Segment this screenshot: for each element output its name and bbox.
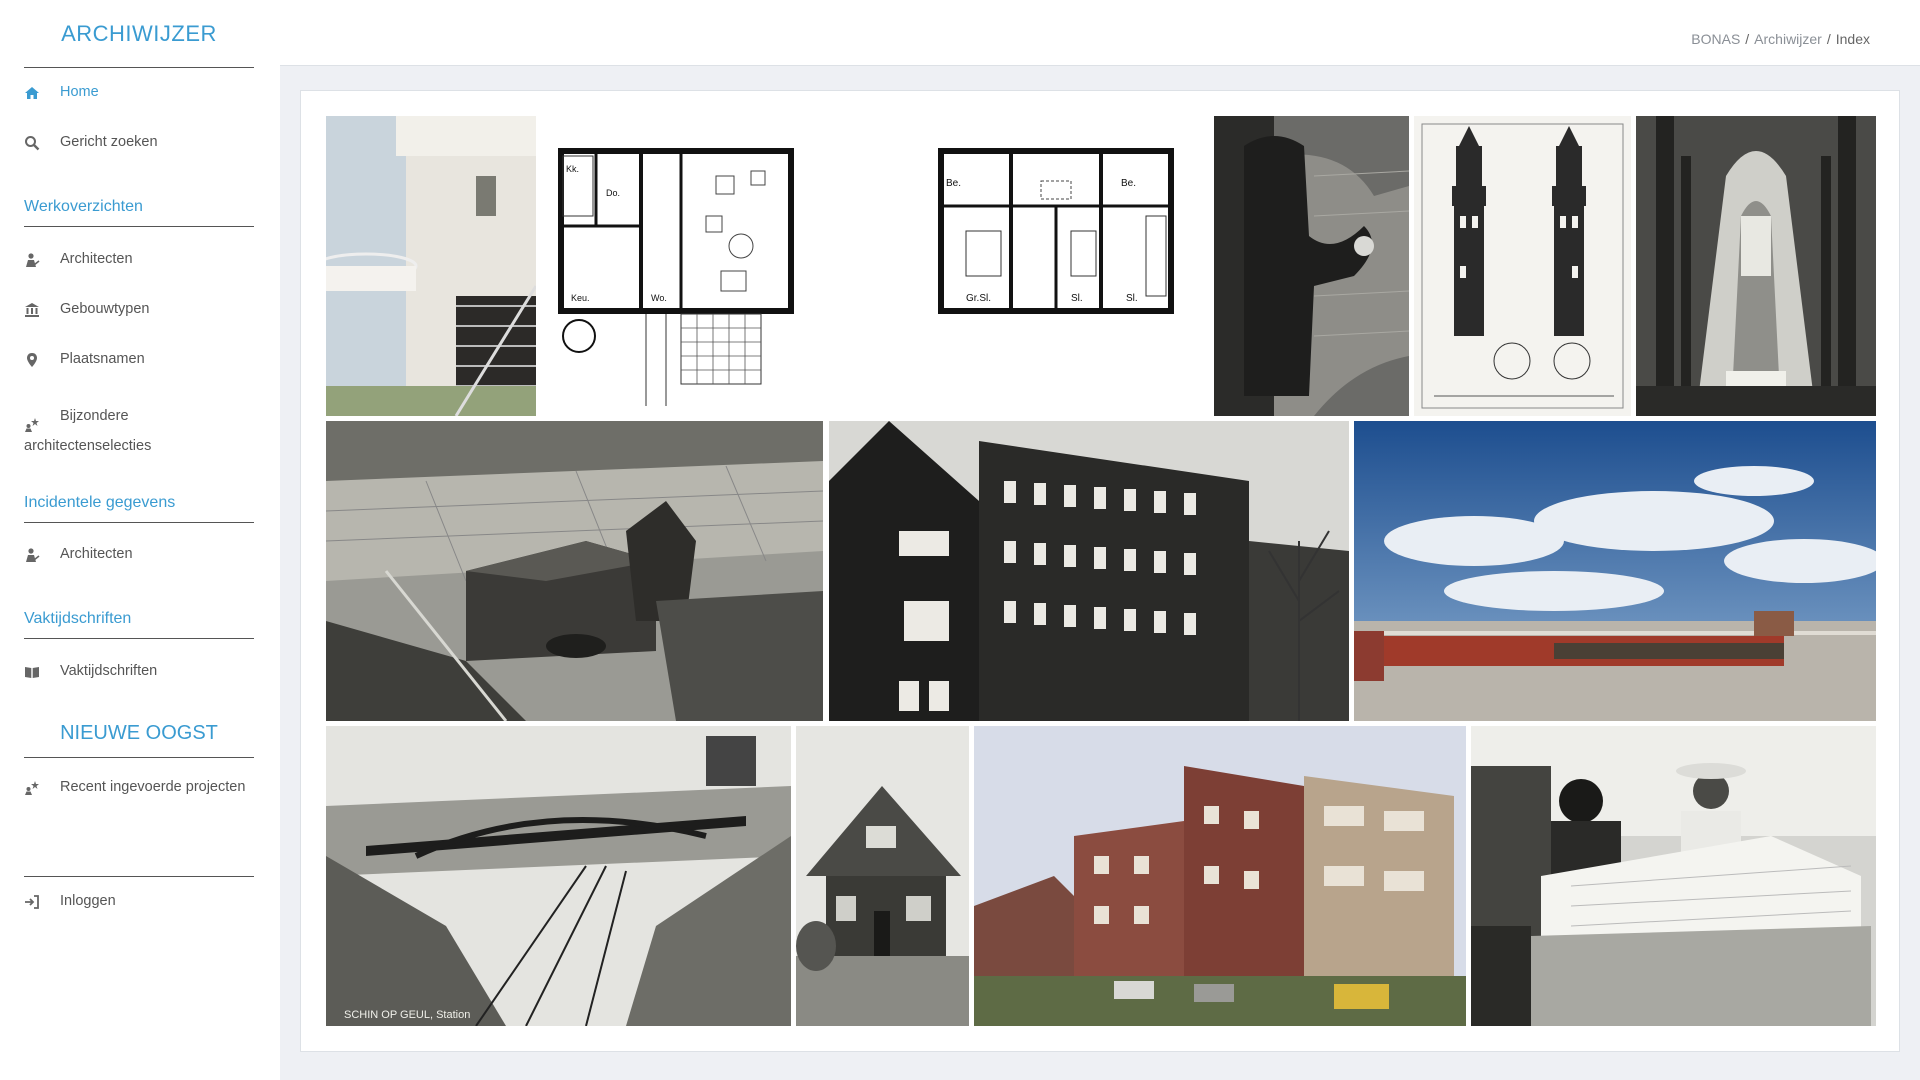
star-person-icon: [24, 779, 60, 796]
architect-icon: [24, 251, 60, 268]
nav-recent-projecten[interactable]: Recent ingevoerde projecten: [24, 779, 254, 796]
floorplan-2-label-sl-1: Sl.: [1071, 293, 1083, 304]
section-nieuwe-oogst: NIEUWE OOGST: [24, 722, 254, 758]
nav-search[interactable]: Gericht zoeken: [24, 134, 254, 151]
nav-vaktijdschriften[interactable]: Vaktijdschriften: [24, 663, 254, 680]
nav-plaatsnamen[interactable]: Plaatsnamen: [24, 351, 254, 368]
nav-plaatsnamen-label: Plaatsnamen: [60, 351, 145, 367]
photo-modern-house-stairs[interactable]: [326, 116, 536, 416]
breadcrumb-index: Index: [1835, 31, 1870, 47]
nav-architecten[interactable]: Architecten: [24, 251, 254, 268]
floorplan-1-label-keu: Keu.: [571, 293, 590, 303]
nav-gebouwtypen[interactable]: Gebouwtypen: [24, 301, 254, 318]
floorplan-1-label-kk: Kk.: [566, 164, 579, 174]
gallery-card: Kk. Do. Keu. Wo. Be. Be. Gr.Sl. Sl. Sl.: [300, 90, 1900, 1052]
nav-bijzondere-label: Bijzondere architectenselecties: [24, 408, 152, 454]
photo-cottage-house[interactable]: [796, 726, 969, 1026]
floorplan-2-label-be-right: Be.: [1121, 178, 1136, 189]
section-incidentele: Incidentele gegevens: [24, 494, 254, 523]
nav-incidentele-architecten[interactable]: Architecten: [24, 546, 254, 563]
photo-modern-school-sky[interactable]: [1354, 421, 1876, 721]
floorplan-1-label-wo: Wo.: [651, 293, 667, 303]
book-icon: [24, 663, 60, 680]
home-icon: [24, 84, 60, 101]
photo-floorplan-upper[interactable]: Be. Be. Gr.Sl. Sl. Sl.: [826, 116, 1266, 416]
section-werkoverzichten: Werkoverzichten: [24, 198, 254, 227]
nav-incidentele-architecten-label: Architecten: [60, 546, 133, 562]
nav-vaktijdschriften-label: Vaktijdschriften: [60, 663, 158, 679]
photo-ivy-apartment[interactable]: [829, 421, 1349, 721]
nav-home[interactable]: Home: [24, 84, 254, 101]
photo-brick-apartments[interactable]: [974, 726, 1466, 1026]
top-bar: BONAS / Archiwijzer / Index: [280, 0, 1920, 66]
nav-home-label: Home: [60, 84, 99, 100]
photo-tower-drawing[interactable]: [1414, 116, 1631, 416]
railway-photo-caption: SCHIN OP GEUL, Station: [344, 1009, 470, 1021]
nav-login[interactable]: Inloggen: [24, 893, 254, 910]
sign-in-icon: [24, 893, 60, 910]
photo-wrought-iron-hinge[interactable]: [1214, 116, 1409, 416]
nav-gebouwtypen-label: Gebouwtypen: [60, 301, 150, 317]
map-pin-icon: [24, 351, 60, 368]
architect-icon: [24, 546, 60, 563]
floorplan-2-label-sl-2: Sl.: [1126, 293, 1138, 304]
nav-architecten-label: Architecten: [60, 251, 133, 267]
breadcrumb-archiwijzer[interactable]: Archiwijzer: [1754, 31, 1822, 47]
photo-architect-model[interactable]: [1471, 726, 1876, 1026]
floorplan-2-label-grsl: Gr.Sl.: [966, 293, 991, 304]
nav-recent-projecten-label: Recent ingevoerde projecten: [60, 779, 246, 795]
sidebar: ARCHIWIJZER Home Gericht zoeken Werkover…: [0, 0, 280, 1080]
floorplan-1-label-do: Do.: [606, 188, 620, 198]
photo-floorplan-ground[interactable]: Kk. Do. Keu. Wo.: [541, 116, 821, 416]
divider: [24, 876, 254, 877]
search-icon: [24, 134, 60, 151]
nav-search-label: Gericht zoeken: [60, 134, 158, 150]
photo-aerial-school[interactable]: [326, 421, 823, 721]
breadcrumb-bonas[interactable]: BONAS: [1691, 31, 1740, 47]
floorplan-2-label-be-left: Be.: [946, 178, 961, 189]
photo-church-interior[interactable]: [1636, 116, 1876, 416]
photo-railway-bridge[interactable]: SCHIN OP GEUL, Station: [326, 726, 791, 1026]
breadcrumb: BONAS / Archiwijzer / Index: [1691, 31, 1870, 47]
star-person-icon: [24, 410, 40, 440]
brand-logo[interactable]: ARCHIWIJZER: [24, 14, 254, 68]
nav-bijzondere[interactable]: Bijzondere architectenselecties: [24, 401, 254, 461]
nav-login-label: Inloggen: [60, 893, 116, 909]
section-vaktijdschriften: Vaktijdschriften: [24, 610, 254, 639]
building-icon: [24, 301, 60, 318]
